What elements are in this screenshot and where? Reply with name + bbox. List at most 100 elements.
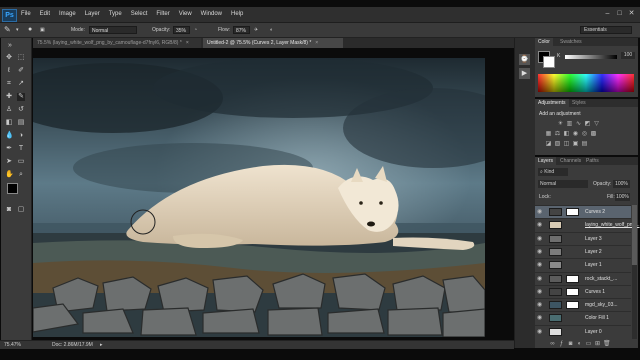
black-white-icon[interactable]: ◧: [563, 131, 570, 138]
layer-mask-thumbnail[interactable]: [566, 208, 579, 216]
visibility-eye-icon[interactable]: ◉: [537, 209, 543, 215]
levels-icon[interactable]: ▥: [566, 121, 573, 128]
layer-thumbnail[interactable]: [549, 234, 562, 243]
layer-row[interactable]: ◉ Layer 1: [535, 258, 631, 272]
tool-preset-dropdown-icon[interactable]: ▾: [16, 23, 19, 37]
minimize-button[interactable]: –: [603, 10, 612, 18]
exposure-icon[interactable]: ◩: [584, 121, 591, 128]
layer-fill-field[interactable]: 100%: [615, 193, 630, 201]
invert-icon[interactable]: ◪: [545, 141, 552, 148]
visibility-eye-icon[interactable]: ◉: [537, 329, 543, 335]
gradient-tool-icon[interactable]: ▤: [17, 119, 25, 127]
color-spectrum-bar[interactable]: [538, 74, 634, 92]
maximize-button[interactable]: □: [615, 10, 624, 18]
hand-tool-icon[interactable]: ✋: [5, 171, 14, 179]
marquee-tool-icon[interactable]: ⬚: [17, 54, 25, 62]
layer-thumbnail[interactable]: [549, 274, 562, 283]
layer-thumbnail[interactable]: [549, 287, 562, 296]
channel-mixer-icon[interactable]: ◎: [581, 131, 588, 138]
layer-thumbnail[interactable]: [549, 261, 562, 270]
new-adjustment-icon[interactable]: ◐: [576, 341, 583, 348]
flow-field[interactable]: 87%: [233, 26, 250, 34]
workspace-select[interactable]: Essentials: [580, 26, 632, 34]
new-group-icon[interactable]: ▭: [585, 341, 592, 348]
layer-filter-select[interactable]: ⌕ Kind: [538, 168, 568, 176]
brush-size-icon[interactable]: ●: [28, 23, 32, 37]
layer-row[interactable]: ◉ Color Fill 1: [535, 311, 631, 325]
add-mask-icon[interactable]: ◙: [567, 341, 574, 348]
quick-mask-icon[interactable]: ◙: [5, 206, 13, 214]
brush-tool-preset-icon[interactable]: ✎: [4, 23, 11, 37]
layer-mask-thumbnail[interactable]: [566, 274, 579, 283]
menu-type[interactable]: Type: [109, 7, 122, 22]
menu-select[interactable]: Select: [131, 7, 148, 22]
layer-row[interactable]: ◉ mgd_sky_03...: [535, 298, 631, 312]
layer-mask-thumbnail[interactable]: [566, 301, 579, 310]
link-layers-icon[interactable]: ∞: [549, 341, 556, 348]
curves-icon[interactable]: ∿: [575, 121, 582, 128]
lasso-tool-icon[interactable]: ℓ: [5, 67, 13, 75]
actions-panel-icon[interactable]: ▶: [519, 68, 530, 79]
color-balance-icon[interactable]: ⚖: [554, 131, 561, 138]
layer-row[interactable]: ◉ Layer 2: [535, 244, 631, 258]
menu-layer[interactable]: Layer: [85, 7, 100, 22]
layer-row[interactable]: ◉ Curves 1: [535, 284, 631, 298]
tab-paths[interactable]: Paths: [583, 157, 602, 165]
layer-style-icon[interactable]: ƒ: [558, 341, 565, 348]
menu-view[interactable]: View: [179, 7, 192, 22]
menu-edit[interactable]: Edit: [40, 7, 50, 22]
threshold-icon[interactable]: ◫: [563, 141, 570, 148]
k-value-field[interactable]: 100: [621, 52, 635, 59]
layers-scrollbar[interactable]: [632, 205, 637, 339]
layer-mask-thumbnail[interactable]: [566, 287, 579, 296]
layer-thumbnail[interactable]: [549, 208, 562, 216]
type-tool-icon[interactable]: T: [17, 145, 25, 153]
clone-stamp-tool-icon[interactable]: ♙: [5, 106, 13, 114]
blur-tool-icon[interactable]: 💧: [5, 132, 14, 140]
color-lookup-icon[interactable]: ▩: [590, 131, 597, 138]
hue-saturation-icon[interactable]: ▦: [545, 131, 552, 138]
tab-layers[interactable]: Layers: [535, 157, 557, 165]
tab-color[interactable]: Color: [535, 38, 553, 46]
path-selection-tool-icon[interactable]: ➤: [5, 158, 13, 166]
quick-select-tool-icon[interactable]: ✐: [17, 67, 25, 75]
foreground-color-swatch[interactable]: [7, 183, 18, 194]
status-menu-icon[interactable]: ▸: [100, 341, 103, 349]
zoom-tool-icon[interactable]: ⌕: [17, 171, 25, 179]
opacity-field[interactable]: 35%: [173, 26, 190, 34]
vibrance-icon[interactable]: ▽: [593, 121, 600, 128]
shape-tool-icon[interactable]: ▭: [17, 158, 25, 166]
eraser-tool-icon[interactable]: ◧: [5, 119, 13, 127]
layer-thumbnail[interactable]: [549, 301, 562, 310]
brush-panel-toggle-icon[interactable]: ▣: [40, 23, 45, 37]
dodge-tool-icon[interactable]: ◑: [17, 132, 25, 140]
tab-channels[interactable]: Channels: [557, 157, 584, 165]
k-slider[interactable]: [565, 55, 617, 59]
layer-thumbnail[interactable]: [549, 247, 562, 256]
layer-row[interactable]: ◉ Layer 0: [535, 324, 631, 338]
document-canvas[interactable]: [33, 58, 485, 337]
pen-tool-icon[interactable]: ✒: [5, 145, 13, 153]
blend-mode-select[interactable]: Normal: [538, 180, 588, 188]
brush-tool-icon[interactable]: ✎: [17, 93, 25, 101]
document-tab[interactable]: 75.5% (laying_white_wolf_png_by_camoufla…: [33, 38, 201, 48]
history-brush-tool-icon[interactable]: ↺: [17, 106, 25, 114]
delete-layer-icon[interactable]: 🗑: [603, 341, 611, 348]
size-pressure-icon[interactable]: ◐: [270, 23, 273, 37]
close-button[interactable]: ✕: [627, 10, 636, 18]
menu-help[interactable]: Help: [231, 7, 243, 22]
document-size[interactable]: Doc: 2.86M/17.9M: [52, 341, 93, 349]
close-tab-icon[interactable]: ×: [315, 40, 318, 46]
visibility-eye-icon[interactable]: ◉: [537, 302, 543, 308]
color-panel-background[interactable]: [543, 56, 555, 68]
menu-filter[interactable]: Filter: [156, 7, 169, 22]
layer-row[interactable]: ◉ Curves 2: [535, 205, 631, 218]
visibility-eye-icon[interactable]: ◉: [537, 249, 543, 255]
layers-scrollbar-thumb[interactable]: [632, 205, 637, 265]
collapse-tools-icon[interactable]: »: [6, 42, 14, 50]
layer-thumbnail[interactable]: [549, 221, 562, 230]
brightness-contrast-icon[interactable]: ☀: [557, 121, 564, 128]
move-tool-icon[interactable]: ✥: [5, 54, 13, 62]
tab-styles[interactable]: Styles: [569, 99, 589, 107]
layer-thumbnail[interactable]: [549, 314, 562, 323]
